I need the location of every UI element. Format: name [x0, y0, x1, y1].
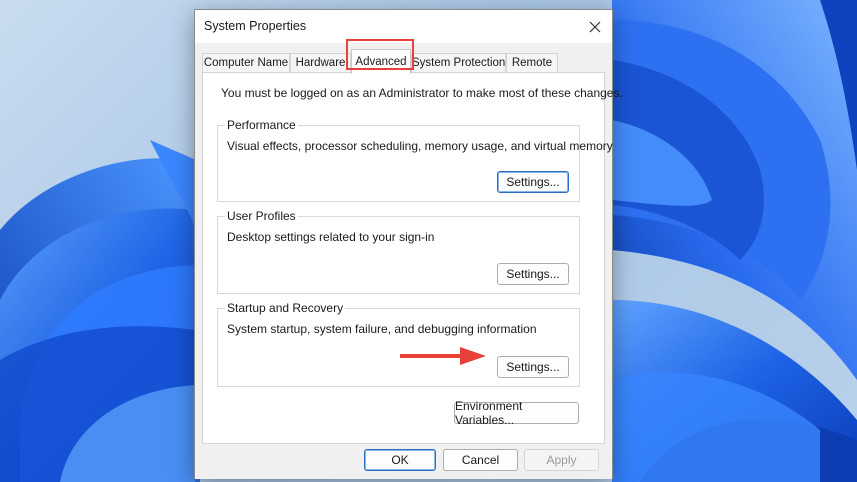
dialog-title: System Properties	[204, 19, 307, 33]
tab-computer-name[interactable]: Computer Name	[202, 53, 290, 73]
performance-group: Performance Visual effects, processor sc…	[217, 118, 613, 202]
close-icon	[589, 21, 601, 32]
ok-button[interactable]: OK	[364, 449, 436, 471]
user-profiles-settings-button[interactable]: Settings...	[497, 263, 569, 285]
dialog-titlebar: System Properties	[195, 10, 612, 43]
tab-system-protection[interactable]: System Protection	[411, 53, 506, 73]
startup-recovery-settings-button[interactable]: Settings...	[497, 356, 569, 378]
performance-description: Visual effects, processor scheduling, me…	[227, 139, 613, 153]
admin-note: You must be logged on as an Administrato…	[221, 86, 623, 100]
user-profiles-group-title: User Profiles	[225, 209, 298, 223]
startup-recovery-group: Startup and Recovery System startup, sys…	[217, 301, 580, 387]
apply-button: Apply	[524, 449, 599, 471]
advanced-tab-panel: You must be logged on as an Administrato…	[202, 72, 623, 444]
system-properties-dialog: System Properties Computer Name Hardware…	[194, 9, 623, 479]
startup-recovery-group-title: Startup and Recovery	[225, 301, 346, 315]
performance-settings-button[interactable]: Settings...	[497, 171, 569, 193]
performance-group-title: Performance	[225, 118, 298, 132]
close-button[interactable]	[578, 10, 612, 43]
tab-strip: Computer Name Hardware Advanced System P…	[202, 49, 602, 74]
tab-hardware[interactable]: Hardware	[290, 53, 351, 73]
startup-recovery-description: System startup, system failure, and debu…	[227, 322, 537, 336]
red-arrow-icon	[400, 347, 486, 365]
tab-remote[interactable]: Remote	[506, 53, 558, 73]
tab-advanced[interactable]: Advanced	[351, 49, 411, 74]
cancel-button[interactable]: Cancel	[443, 449, 518, 471]
dialog-client-area: Computer Name Hardware Advanced System P…	[195, 43, 623, 479]
environment-variables-button[interactable]: Environment Variables...	[454, 399, 579, 427]
user-profiles-group: User Profiles Desktop settings related t…	[217, 209, 580, 294]
user-profiles-description: Desktop settings related to your sign-in	[227, 230, 435, 244]
